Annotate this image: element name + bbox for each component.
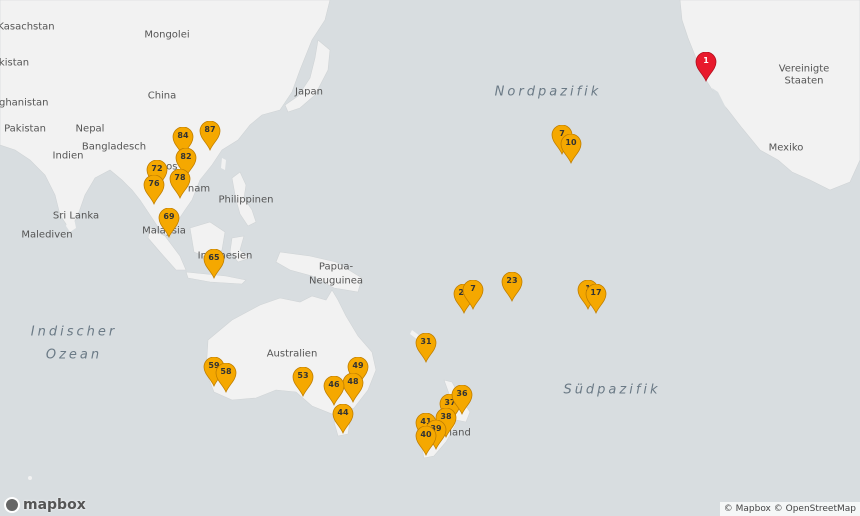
map-marker[interactable]: 65 bbox=[203, 249, 225, 279]
marker-label: 1 bbox=[703, 56, 709, 65]
label-sri-lanka: Sri Lanka bbox=[52, 210, 100, 222]
mapbox-logo[interactable]: mapbox bbox=[4, 497, 86, 513]
marker-label: 84 bbox=[177, 131, 189, 140]
map-canvas[interactable]: Kasachstan Mongolei kistan fghanistan Ch… bbox=[0, 0, 860, 516]
map-marker[interactable]: 53 bbox=[292, 367, 314, 397]
mapbox-logo-icon bbox=[4, 497, 20, 513]
marker-label: 49 bbox=[352, 361, 364, 370]
map-marker[interactable]: 31 bbox=[415, 333, 437, 363]
label-china: China bbox=[147, 90, 177, 102]
map-attribution[interactable]: © Mapbox © OpenStreetMap bbox=[719, 502, 860, 516]
map-marker-highlight[interactable]: 1 bbox=[695, 52, 717, 82]
map-marker[interactable]: 78 bbox=[169, 169, 191, 199]
map-marker[interactable]: 87 bbox=[199, 121, 221, 151]
marker-label: 76 bbox=[148, 179, 160, 188]
marker-label: 72 bbox=[151, 164, 163, 173]
marker-label: 78 bbox=[174, 173, 186, 182]
map-marker[interactable]: 58 bbox=[215, 363, 237, 393]
label-pakistan: Pakistan bbox=[4, 123, 46, 135]
label-malediven: Malediven bbox=[21, 229, 73, 241]
map-marker[interactable]: 44 bbox=[332, 404, 354, 434]
marker-label: 40 bbox=[420, 430, 432, 439]
marker-label: 87 bbox=[204, 125, 216, 134]
marker-label: 7 bbox=[470, 284, 476, 293]
label-kasachstan: Kasachstan bbox=[0, 21, 55, 33]
label-philippinen: Philippinen bbox=[218, 194, 274, 206]
map-marker[interactable]: 23 bbox=[501, 272, 523, 302]
label-vereinigte: Vereinigte bbox=[778, 63, 830, 75]
label-papua: Papua- bbox=[318, 261, 354, 273]
marker-label: 65 bbox=[208, 253, 220, 262]
marker-label: 17 bbox=[590, 288, 602, 297]
marker-label: 23 bbox=[506, 276, 518, 285]
marker-label: 36 bbox=[456, 389, 468, 398]
map-marker[interactable]: 17 bbox=[585, 284, 607, 314]
map-marker[interactable]: 40 bbox=[415, 426, 437, 456]
label-bangladesch: Bangladesch bbox=[81, 141, 147, 153]
marker-label: 31 bbox=[420, 337, 432, 346]
mapbox-logo-text: mapbox bbox=[23, 497, 86, 513]
marker-label: 46 bbox=[328, 380, 340, 389]
label-nam: nam bbox=[187, 183, 211, 195]
north-america-land bbox=[679, 0, 860, 191]
marker-label: 69 bbox=[163, 212, 175, 221]
map-marker[interactable]: 10 bbox=[560, 134, 582, 164]
marker-label: 48 bbox=[347, 377, 359, 386]
label-ozean: Ozean bbox=[45, 347, 103, 363]
map-marker[interactable]: 7 bbox=[462, 280, 484, 310]
marker-label: 10 bbox=[565, 138, 577, 147]
map-marker[interactable]: 76 bbox=[143, 175, 165, 205]
marker-label: 44 bbox=[337, 408, 349, 417]
label-nordpazifik: Nordpazifik bbox=[494, 84, 602, 100]
island bbox=[28, 476, 32, 480]
map-marker[interactable]: 46 bbox=[323, 376, 345, 406]
label-japan: Japan bbox=[295, 86, 323, 98]
marker-label: 58 bbox=[220, 367, 232, 376]
label-mongolei: Mongolei bbox=[144, 29, 190, 41]
label-australien: Australien bbox=[266, 348, 318, 360]
label-neuguinea: Neuguinea bbox=[308, 275, 364, 287]
map-marker[interactable]: 69 bbox=[158, 208, 180, 238]
taiwan-land bbox=[221, 158, 226, 170]
label-suedpazifik: Südpazifik bbox=[563, 382, 661, 398]
label-indischer-ozean: Indischer bbox=[30, 324, 118, 340]
label-nepal: Nepal bbox=[75, 123, 105, 135]
label-mexiko: Mexiko bbox=[768, 142, 804, 154]
marker-label: 82 bbox=[180, 152, 192, 161]
label-indien: Indien bbox=[52, 150, 84, 162]
marker-label: 53 bbox=[297, 371, 309, 380]
map-marker[interactable]: 48 bbox=[342, 373, 364, 403]
label-afghanistan: fghanistan bbox=[0, 97, 49, 109]
label-staaten: Staaten bbox=[784, 75, 824, 87]
label-kistan: kistan bbox=[0, 57, 30, 69]
